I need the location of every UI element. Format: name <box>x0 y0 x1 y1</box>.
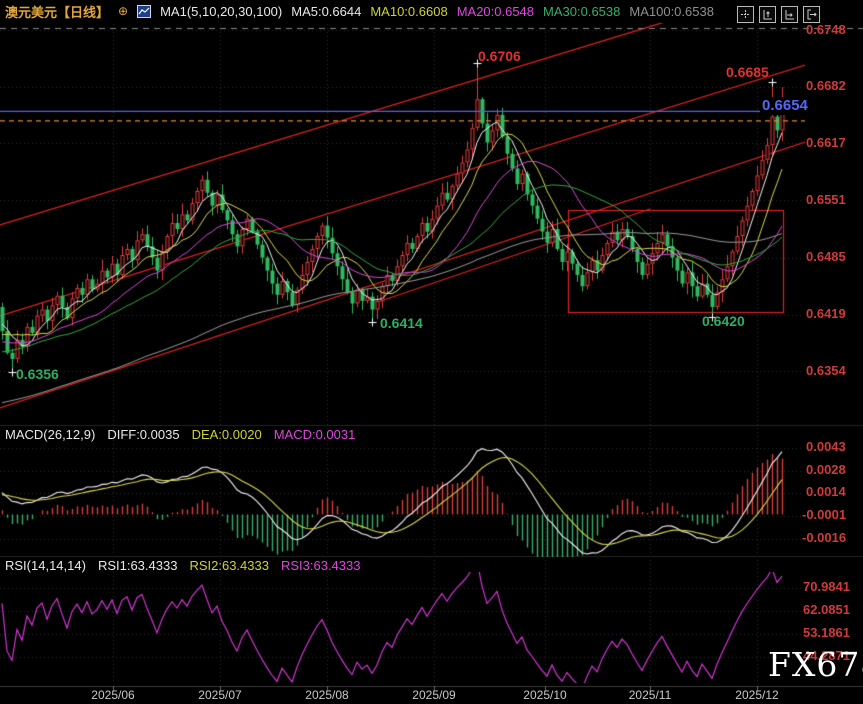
macd-macd-value: MACD:0.0031 <box>274 427 356 442</box>
time-axis-label: 2025/10 <box>510 688 580 702</box>
macd-axis-label: 0.0014 <box>806 484 846 500</box>
rsi-header: RSI(14,14,14) RSI1:63.4333 RSI2:63.4333 … <box>5 558 360 573</box>
macd-axis-label: 0.0028 <box>806 462 846 478</box>
price-axis-label: 0.6354 <box>806 363 846 379</box>
chart-window: 澳元美元【日线】 ⊕ MA1(5,10,20,30,100) MA5:0.664… <box>0 0 863 704</box>
price-axis-label: 0.6682 <box>806 78 846 94</box>
titlebar: 澳元美元【日线】 ⊕ MA1(5,10,20,30,100) MA5:0.664… <box>0 0 863 22</box>
macd-axis-label: 0.0043 <box>806 439 846 455</box>
high-annotation: 0.6706 <box>478 48 521 65</box>
zoom-x-axis-icon[interactable] <box>781 6 798 23</box>
macd-axis-label: -0.0001 <box>802 507 846 523</box>
low-annotation: 0.6356 <box>16 366 59 383</box>
current-price-badge: 0.6654 <box>760 97 810 115</box>
exit-pane-icon[interactable] <box>803 6 820 23</box>
price-axis-label: 0.6748 <box>806 22 846 38</box>
ma20-value: MA20:0.6548 <box>457 4 534 19</box>
time-axis-label: 2025/12 <box>722 688 792 702</box>
low-annotation: 0.6420 <box>702 313 745 330</box>
macd-diff-value: DIFF:0.0035 <box>107 427 179 442</box>
price-axis-label: 0.6617 <box>806 135 846 151</box>
low-annotation: 0.6414 <box>380 315 423 332</box>
crosshair-icon[interactable] <box>737 6 754 23</box>
ma100-value: MA100:0.6538 <box>629 4 714 19</box>
high-annotation: 0.6685 <box>726 64 769 81</box>
macd-axis-label: -0.0016 <box>802 530 846 546</box>
fx678-watermark: FX678 <box>768 645 863 684</box>
ma5-value: MA5:0.6644 <box>291 4 361 19</box>
macd-header: MACD(26,12,9) DIFF:0.0035 DEA:0.0020 MAC… <box>5 427 355 442</box>
chart-canvas[interactable] <box>0 0 863 704</box>
zoom-y-axis-icon[interactable] <box>759 6 776 23</box>
rsi1-value: RSI1:63.4333 <box>98 558 178 573</box>
symbol-title: 澳元美元【日线】 <box>5 2 109 21</box>
price-axis-label: 0.6485 <box>806 249 846 265</box>
rsi-title: RSI(14,14,14) <box>5 558 86 573</box>
time-axis-label: 2025/06 <box>78 688 148 702</box>
macd-title: MACD(26,12,9) <box>5 427 95 442</box>
macd-dea-value: DEA:0.0020 <box>192 427 262 442</box>
time-axis-label: 2025/08 <box>292 688 362 702</box>
toolbar <box>737 6 820 23</box>
ma-group-label: MA1(5,10,20,30,100) <box>160 4 282 19</box>
ma30-value: MA30:0.6538 <box>543 4 620 19</box>
rsi-axis-label: 70.9841 <box>803 579 850 595</box>
rsi-axis-label: 53.1861 <box>803 625 850 641</box>
ma10-value: MA10:0.6608 <box>370 4 447 19</box>
plus-circle-icon[interactable]: ⊕ <box>118 4 128 18</box>
candlestick-chart-icon[interactable] <box>137 5 151 18</box>
rsi3-value: RSI3:63.4333 <box>281 558 361 573</box>
price-axis-label: 0.6551 <box>806 192 846 208</box>
rsi-axis-label: 62.0851 <box>803 602 850 618</box>
rsi2-value: RSI2:63.4333 <box>189 558 269 573</box>
time-axis-label: 2025/09 <box>399 688 469 702</box>
time-axis-label: 2025/07 <box>185 688 255 702</box>
price-axis-label: 0.6419 <box>806 306 846 322</box>
time-axis-label: 2025/11 <box>615 688 685 702</box>
